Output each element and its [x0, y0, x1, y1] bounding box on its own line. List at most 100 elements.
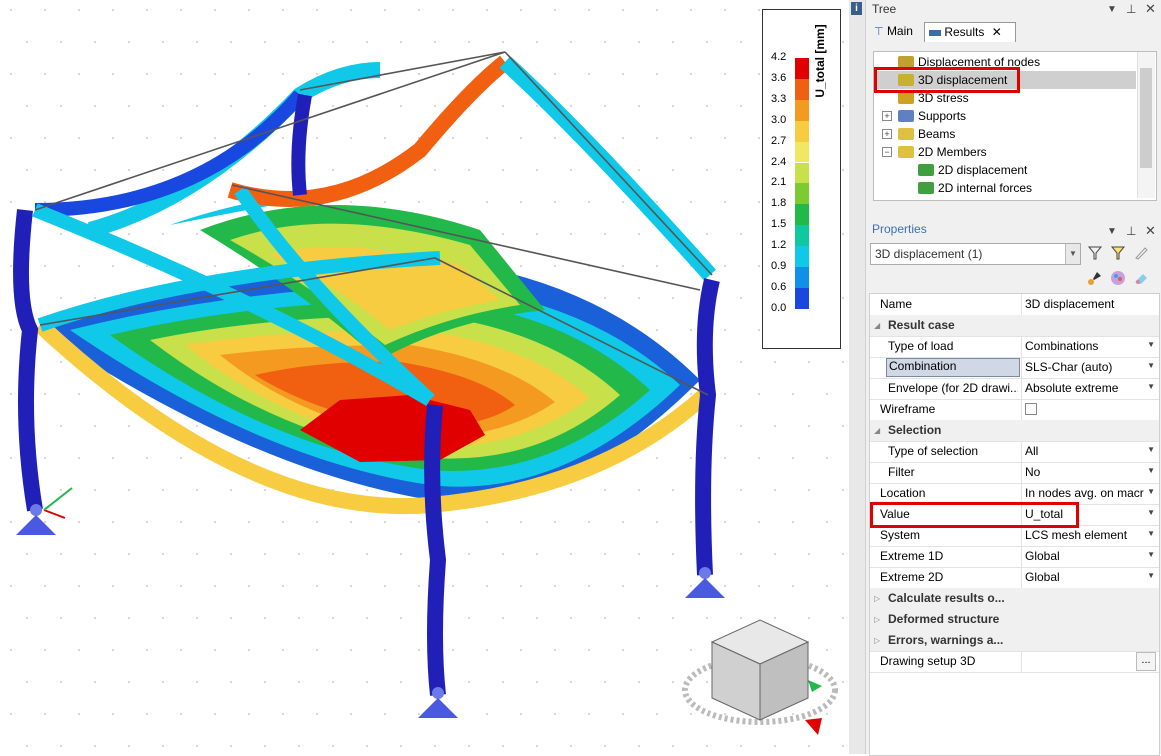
dropdown-icon[interactable]: ▼: [1107, 4, 1117, 15]
tree-item[interactable]: 2D displacement: [874, 161, 1136, 179]
grid-dot: [94, 41, 96, 43]
3d-viewport[interactable]: U_total [mm] 4.2 3.6 3.3 3.0 2.7 2.4 2.1 1.8 1.5…: [0, 0, 849, 754]
grid-dot: [248, 713, 250, 715]
property-row[interactable]: Wireframe: [870, 399, 1159, 421]
grid-dot: [230, 553, 232, 555]
expand-arrow-icon[interactable]: ▷: [874, 636, 880, 645]
grid-dot: [706, 169, 708, 171]
grid-dot: [672, 681, 674, 683]
tree-scrollbar[interactable]: [1137, 52, 1155, 198]
scroll-thumb[interactable]: [1140, 68, 1152, 168]
chevron-down-icon[interactable]: ▼: [1147, 340, 1155, 349]
ellipsis-button[interactable]: ...: [1136, 652, 1156, 671]
grid-dot: [758, 585, 760, 587]
property-section[interactable]: ◢ Result case: [870, 315, 1159, 337]
property-row[interactable]: Type of load Combinations ▼: [870, 336, 1159, 358]
chevron-down-icon[interactable]: ▼: [1147, 466, 1155, 475]
grid-dot: [180, 457, 182, 459]
pin-icon[interactable]: ⊥: [1126, 2, 1136, 16]
chevron-down-icon[interactable]: ▼: [1147, 508, 1155, 517]
property-value[interactable]: LCS mesh element: [1025, 528, 1145, 542]
expand-icon[interactable]: +: [882, 111, 892, 121]
property-value[interactable]: In nodes avg. on macr: [1025, 486, 1145, 500]
expand-icon[interactable]: +: [882, 129, 892, 139]
property-value[interactable]: Global: [1025, 549, 1145, 563]
property-section[interactable]: ▷ Errors, warnings a...: [870, 630, 1159, 652]
grid-dot: [332, 681, 334, 683]
property-row[interactable]: Filter No ▼: [870, 462, 1159, 484]
chevron-down-icon[interactable]: ▼: [1147, 487, 1155, 496]
grid-dot: [366, 553, 368, 555]
palette-icon[interactable]: [1110, 270, 1126, 286]
collapse-arrow-icon[interactable]: ◢: [874, 426, 880, 435]
property-value[interactable]: All: [1025, 444, 1145, 458]
property-row[interactable]: Combination SLS-Char (auto) ▼: [870, 357, 1159, 379]
grid-dot: [740, 41, 742, 43]
grid-dot: [384, 521, 386, 523]
property-value[interactable]: Absolute extreme: [1025, 381, 1145, 395]
property-row[interactable]: Type of selection All ▼: [870, 441, 1159, 463]
expand-arrow-icon[interactable]: ▷: [874, 615, 880, 624]
tree-item[interactable]: − 2D Members: [874, 143, 1136, 161]
property-name: Filter: [888, 465, 915, 479]
property-value[interactable]: SLS-Char (auto): [1025, 360, 1145, 374]
dropdown-icon[interactable]: ▼: [1107, 226, 1117, 237]
grid-dot: [724, 521, 726, 523]
close-icon[interactable]: ✕: [1145, 223, 1156, 239]
grid-dot: [418, 73, 420, 75]
chevron-down-icon[interactable]: ▼: [1147, 550, 1155, 559]
properties-selector[interactable]: 3D displacement (1) ▼: [870, 243, 1081, 265]
grid-dot: [248, 265, 250, 267]
property-section[interactable]: ◢ Selection: [870, 420, 1159, 442]
chevron-down-icon[interactable]: ▼: [1147, 382, 1155, 391]
filter-icon[interactable]: [1087, 245, 1103, 261]
tab-results[interactable]: Results ✕: [924, 22, 1016, 42]
grid-dot: [690, 9, 692, 11]
grid-dot: [128, 105, 130, 107]
grid-dot: [486, 9, 488, 11]
chevron-down-icon[interactable]: ▼: [1147, 445, 1155, 454]
chevron-down-icon[interactable]: ▼: [1147, 571, 1155, 580]
property-row[interactable]: Name 3D displacement: [870, 294, 1159, 316]
grid-dot: [26, 169, 28, 171]
clear-icon[interactable]: [1133, 270, 1149, 286]
chevron-down-icon[interactable]: ▼: [1147, 361, 1155, 370]
tree-item[interactable]: + Beams: [874, 125, 1136, 143]
tree-item[interactable]: 2D internal forces: [874, 179, 1136, 197]
close-icon[interactable]: ✕: [1145, 1, 1156, 17]
property-value[interactable]: Global: [1025, 570, 1145, 584]
close-tab-icon[interactable]: ✕: [992, 25, 1002, 39]
tab-main[interactable]: ⊤ Main: [870, 22, 928, 41]
property-value[interactable]: No: [1025, 465, 1145, 479]
collapse-arrow-icon[interactable]: ◢: [874, 321, 880, 330]
property-row[interactable]: System LCS mesh element ▼: [870, 525, 1159, 547]
result-icon: [918, 182, 934, 194]
property-value[interactable]: 3D displacement: [1025, 297, 1145, 311]
expand-icon[interactable]: −: [882, 147, 892, 157]
pencil-icon[interactable]: [1133, 245, 1149, 261]
expand-arrow-icon[interactable]: ▷: [874, 594, 880, 603]
property-row[interactable]: Extreme 1D Global ▼: [870, 546, 1159, 568]
grid-dot: [554, 137, 556, 139]
info-icon[interactable]: i: [851, 2, 862, 15]
tree-item[interactable]: + Supports: [874, 107, 1136, 125]
chevron-down-icon[interactable]: ▼: [1147, 529, 1155, 538]
chevron-down-icon[interactable]: ▼: [1065, 244, 1080, 264]
grid-dot: [724, 9, 726, 11]
grid-dot: [10, 585, 12, 587]
property-section[interactable]: ▷ Calculate results o...: [870, 588, 1159, 610]
filter-select-icon[interactable]: [1110, 245, 1126, 261]
pin-icon[interactable]: ⊥: [1126, 224, 1136, 238]
brush-icon[interactable]: [1087, 270, 1103, 286]
property-section[interactable]: ▷ Deformed structure: [870, 609, 1159, 631]
property-row[interactable]: Extreme 2D Global ▼: [870, 567, 1159, 589]
view-cube[interactable]: [682, 619, 838, 735]
grid-dot: [638, 233, 640, 235]
property-value[interactable]: Combinations: [1025, 339, 1145, 353]
property-row[interactable]: Drawing setup 3D...: [870, 651, 1159, 673]
grid-dot: [758, 201, 760, 203]
grid-dot: [44, 393, 46, 395]
property-row[interactable]: Envelope (for 2D drawi... Absolute extrem…: [870, 378, 1159, 400]
support-right: [685, 567, 725, 598]
wireframe-checkbox[interactable]: [1025, 403, 1037, 415]
